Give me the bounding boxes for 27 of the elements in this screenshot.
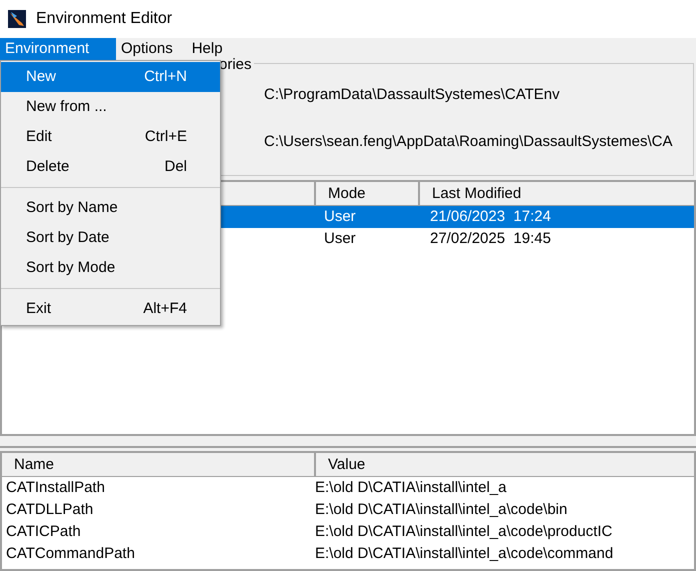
table-cell-text: CATCommandPath bbox=[5, 544, 136, 564]
table-cell-text: E:\old D\CATIA\install\intel_a\code\command bbox=[315, 544, 614, 564]
menu-item[interactable]: New Ctrl+N bbox=[1, 62, 220, 92]
table-cell-text: 27/02/2025 19:45 bbox=[430, 228, 551, 249]
table-cell-text: CATICPath bbox=[5, 522, 82, 542]
directory-path: C:\ProgramData\DassaultSystemes\CATEnv bbox=[264, 85, 561, 105]
directory-path: C:\Users\sean.feng\AppData\Roaming\DassaultSystemes\CA bbox=[264, 132, 674, 152]
table-cell-text: CATDLLPath bbox=[5, 500, 94, 520]
table-cell-text: CATInstallPath bbox=[5, 478, 106, 498]
table-cell-text: E:\old D\CATIA\install\intel_a\code\bin bbox=[315, 500, 568, 520]
menu-item[interactable]: Edit Ctrl+E bbox=[1, 122, 220, 152]
column-header[interactable]: Last Modified bbox=[420, 182, 694, 205]
window-title: Environment Editor bbox=[36, 9, 172, 29]
menu-item[interactable]: Sort by Mode bbox=[1, 253, 220, 283]
table-cell-text: User bbox=[324, 206, 357, 227]
column-header[interactable]: Name bbox=[2, 453, 316, 476]
table-cell-text: E:\old D\CATIA\install\intel_a bbox=[315, 478, 506, 498]
column-header[interactable]: Value bbox=[316, 453, 694, 476]
menu-bar-item[interactable]: Environment bbox=[0, 38, 116, 60]
table-cell-text: 21/06/2023 17:24 bbox=[430, 206, 551, 227]
table-cell-text: E:\old D\CATIA\install\intel_a\code\productIC bbox=[315, 522, 612, 542]
menu-bar-item[interactable]: Options bbox=[116, 38, 187, 60]
menu-item[interactable]: New from ... bbox=[1, 92, 220, 122]
app-logo-icon bbox=[8, 10, 26, 28]
menu-item[interactable]: Delete Del bbox=[1, 152, 220, 182]
menu-item[interactable]: Exit Alt+F4 bbox=[1, 294, 220, 324]
table-cell-text: User bbox=[324, 228, 357, 249]
